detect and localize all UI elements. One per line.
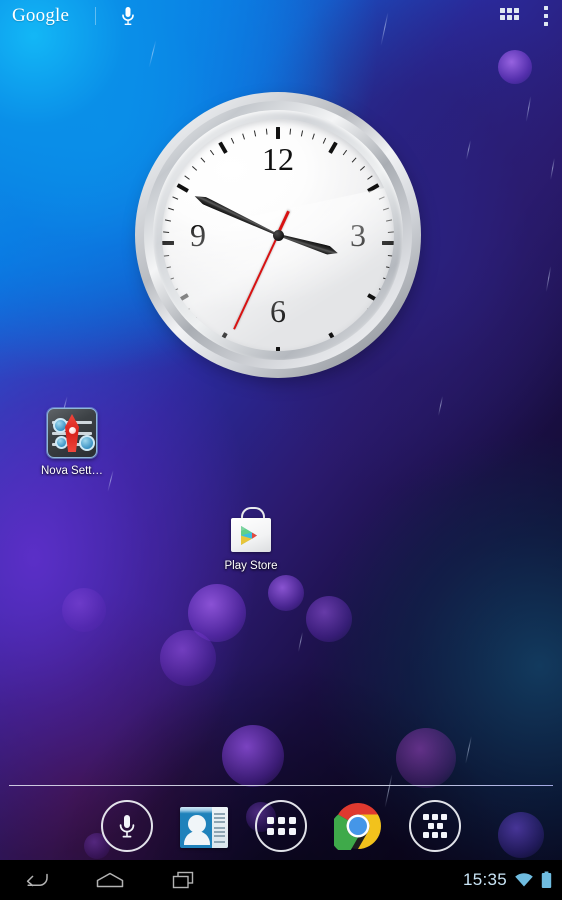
clock-tick-major	[382, 241, 394, 245]
google-logo: Google	[12, 5, 70, 26]
clock-tick-minor	[164, 266, 171, 269]
clock-tick-minor	[167, 277, 174, 281]
clock-face: 12 3 6 9	[162, 119, 394, 351]
clock-tick-minor	[200, 157, 205, 163]
clock-tick-minor	[385, 219, 392, 222]
clock-tick-minor	[289, 128, 291, 135]
back-arrow-icon[interactable]	[18, 867, 54, 893]
chrome-icon	[329, 802, 382, 855]
clock-numeral-3: 3	[350, 217, 366, 253]
home-icon[interactable]	[92, 867, 128, 893]
clock-center-cap	[272, 229, 284, 241]
analog-clock-widget[interactable]: 12 3 6 9	[135, 92, 427, 384]
clock-numeral-9: 9	[190, 217, 206, 253]
clock-tick-minor	[387, 255, 394, 257]
microphone-icon[interactable]	[118, 5, 138, 27]
clock-numeral-6: 6	[270, 293, 286, 329]
status-clock: 15:35	[462, 870, 507, 889]
home-screen: Google 12 3 6 9 Nova Sett… Play Store 15…	[0, 0, 562, 900]
clock-tick-major	[176, 293, 189, 303]
dock-item-voice-search[interactable]	[98, 797, 156, 855]
clock-tick-minor	[230, 137, 234, 144]
home-icon-label: Nova Sett…	[41, 465, 103, 477]
dock	[0, 793, 562, 859]
clock-tick-minor	[241, 133, 245, 140]
wifi-icon	[514, 872, 534, 888]
clock-tick-minor	[359, 166, 365, 171]
clock-tick-minor	[171, 196, 178, 200]
clock-tick-minor	[311, 133, 315, 140]
dock-item-app-drawer[interactable]	[252, 797, 310, 855]
search-divider	[95, 7, 97, 25]
apps-grid-icon[interactable]	[500, 8, 519, 24]
clock-tick-minor	[378, 196, 385, 200]
clock-tick-minor	[164, 219, 171, 222]
home-icon-label: Play Store	[224, 560, 278, 572]
clock-hour-hand	[277, 231, 339, 258]
clock-tick-major	[176, 183, 189, 193]
google-search-bar[interactable]: Google	[0, 0, 562, 32]
clock-tick-minor	[191, 166, 197, 171]
recent-apps-icon[interactable]	[166, 867, 202, 893]
play-store-icon	[227, 505, 275, 553]
dock-item-all-apps[interactable]	[406, 797, 464, 855]
nav-buttons	[18, 867, 202, 893]
clock-tick-minor	[183, 175, 190, 180]
clock-tick-major	[367, 183, 380, 193]
dock-item-chrome[interactable]	[329, 797, 387, 855]
overflow-menu-icon[interactable]	[543, 6, 548, 26]
nova-settings-icon	[47, 408, 97, 458]
clock-tick-minor	[167, 207, 174, 211]
app-drawer-circle-icon	[255, 800, 307, 852]
status-area: 15:35	[463, 870, 552, 890]
dock-divider	[9, 785, 553, 786]
battery-full-icon	[541, 871, 552, 889]
clock-tick-minor	[322, 137, 326, 144]
clock-tick-major	[328, 141, 338, 154]
clock-tick-minor	[342, 149, 347, 156]
clock-tick-minor	[300, 130, 303, 137]
contacts-card-icon	[180, 804, 228, 848]
clock-tick-minor	[162, 255, 169, 257]
home-icon-play-store[interactable]: Play Store	[203, 505, 299, 572]
clock-tick-minor	[265, 128, 267, 135]
clock-tick-minor	[253, 130, 256, 137]
microphone-circle-icon	[101, 800, 153, 852]
clock-tick-major	[162, 241, 174, 245]
clock-tick-major	[218, 141, 228, 154]
home-icon-nova-settings[interactable]: Nova Sett…	[24, 408, 120, 477]
clock-tick-minor	[385, 266, 392, 269]
dock-item-people[interactable]	[175, 797, 233, 855]
clock-tick-minor	[366, 175, 373, 180]
clock-tick-major	[276, 347, 280, 351]
clock-tick-minor	[387, 231, 394, 233]
clock-tick-major	[276, 127, 280, 139]
dots-grid-circle-icon	[409, 800, 461, 852]
system-navigation-bar: 15:35	[0, 860, 562, 900]
clock-tick-minor	[382, 207, 389, 211]
clock-tick-minor	[209, 149, 214, 156]
clock-tick-minor	[162, 231, 169, 233]
clock-tick-minor	[351, 157, 356, 163]
clock-numeral-12: 12	[262, 141, 294, 177]
